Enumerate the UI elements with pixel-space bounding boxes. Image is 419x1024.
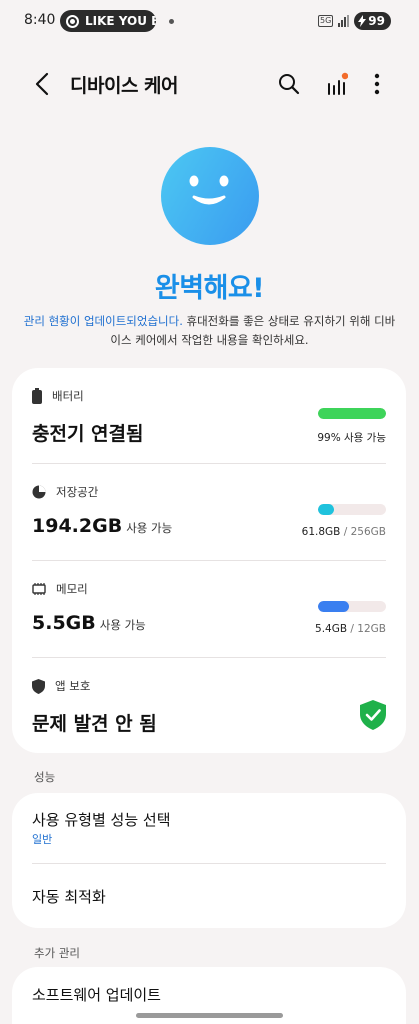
- memory-bar: [318, 601, 386, 612]
- performance-mode-item[interactable]: 사용 유형별 성능 선택 일반: [12, 793, 406, 863]
- storage-bar-fill: [318, 504, 335, 515]
- app-bar: 디바이스 케어: [0, 60, 419, 108]
- app-protection-item[interactable]: 앱 보호 문제 발견 안 됨: [32, 658, 386, 753]
- performance-card: 사용 유형별 성능 선택 일반 자동 최적화: [12, 793, 406, 928]
- storage-pie-icon: [32, 485, 46, 499]
- battery-bar: [318, 408, 386, 419]
- battery-indicator: 99: [354, 12, 391, 30]
- memory-bar-fill: [318, 601, 349, 612]
- performance-mode-value: 일반: [32, 833, 53, 846]
- shield-icon: [32, 678, 45, 694]
- memory-label: 메모리: [56, 582, 88, 596]
- charging-icon: [358, 15, 367, 27]
- status-time: 8:40: [24, 12, 56, 28]
- status-icons: 5G 99: [318, 12, 391, 30]
- memory-separator: /: [347, 623, 358, 635]
- app-protection-value: 문제 발견 안 됨: [32, 713, 157, 735]
- auto-optimization-item[interactable]: 자동 최적화: [12, 864, 406, 928]
- memory-unit: 사용 가능: [99, 618, 146, 632]
- gesture-navigation-handle[interactable]: [136, 1013, 283, 1018]
- stats-icon: [328, 72, 348, 95]
- media-playing-chip[interactable]: LIKE YOU B: [60, 10, 156, 32]
- storage-usage: 61.8GB / 256GB: [302, 526, 386, 538]
- back-button[interactable]: [30, 70, 54, 98]
- performance-mode-title: 사용 유형별 성능 선택: [32, 811, 171, 829]
- storage-value: 194.2GB 사용 가능: [32, 515, 172, 537]
- battery-detail: 99% 사용 가능: [317, 432, 386, 444]
- additional-section-label: 추가 관리: [34, 946, 80, 960]
- battery-bar-fill: [318, 408, 386, 419]
- shield-check-shape: [360, 700, 386, 730]
- memory-chip-icon: [32, 583, 46, 595]
- memory-used: 5.4GB: [315, 623, 348, 635]
- storage-bar: [318, 504, 386, 515]
- status-bar: 8:40 LIKE YOU B 5G 99: [0, 0, 419, 44]
- signal-icon: [338, 15, 350, 27]
- music-icon: [66, 14, 79, 28]
- notification-dot-icon: [169, 19, 174, 24]
- storage-unit: 사용 가능: [126, 521, 173, 535]
- storage-used: 61.8GB: [301, 526, 341, 538]
- storage-total: 256GB: [350, 526, 386, 538]
- memory-item[interactable]: 메모리 5.5GB 사용 가능 5.4GB / 12GB: [32, 561, 386, 657]
- search-icon: [279, 74, 300, 95]
- device-status-card: 배터리 충전기 연결됨 99% 사용 가능 저장공간 194.2GB 사용 가능 …: [12, 368, 406, 753]
- status-description: 관리 현황이 업데이트되었습니다. 휴대전화를 좋은 상태로 유지하기 위해 디…: [20, 312, 399, 350]
- software-update-title: 소프트웨어 업데이트: [32, 986, 161, 1004]
- more-options-button[interactable]: [363, 70, 391, 98]
- smiley-status-icon: [161, 147, 259, 245]
- search-button[interactable]: [275, 70, 303, 98]
- battery-label: 배터리: [52, 389, 84, 403]
- memory-value: 5.5GB 사용 가능: [32, 612, 146, 634]
- stats-button[interactable]: [322, 70, 350, 98]
- media-chip-label: LIKE YOU B: [85, 14, 156, 28]
- storage-separator: /: [340, 526, 351, 538]
- battery-item[interactable]: 배터리 충전기 연결됨 99% 사용 가능: [32, 368, 386, 463]
- battery-value: 충전기 연결됨: [32, 423, 144, 445]
- network-type: 5G: [318, 15, 334, 27]
- auto-optimization-title: 자동 최적화: [32, 888, 106, 906]
- battery-icon: [32, 388, 42, 404]
- more-icon: [374, 73, 380, 95]
- memory-usage: 5.4GB / 12GB: [315, 623, 386, 635]
- app-protection-label: 앱 보호: [55, 679, 91, 693]
- performance-section-label: 성능: [34, 770, 56, 784]
- memory-total: 12GB: [357, 623, 386, 635]
- status-title: 완벽해요!: [154, 273, 265, 304]
- battery-level: 99: [368, 14, 385, 28]
- storage-available: 194.2GB: [32, 515, 123, 537]
- storage-label: 저장공간: [56, 485, 99, 499]
- storage-item[interactable]: 저장공간 194.2GB 사용 가능 61.8GB / 256GB: [32, 464, 386, 560]
- update-status-link[interactable]: 관리 현황이 업데이트되었습니다.: [24, 314, 183, 328]
- notification-badge: [341, 72, 348, 80]
- page-title: 디바이스 케어: [70, 75, 179, 97]
- memory-available: 5.5GB: [32, 612, 96, 634]
- shield-check-icon: [360, 700, 386, 730]
- back-arrow-icon: [35, 72, 49, 96]
